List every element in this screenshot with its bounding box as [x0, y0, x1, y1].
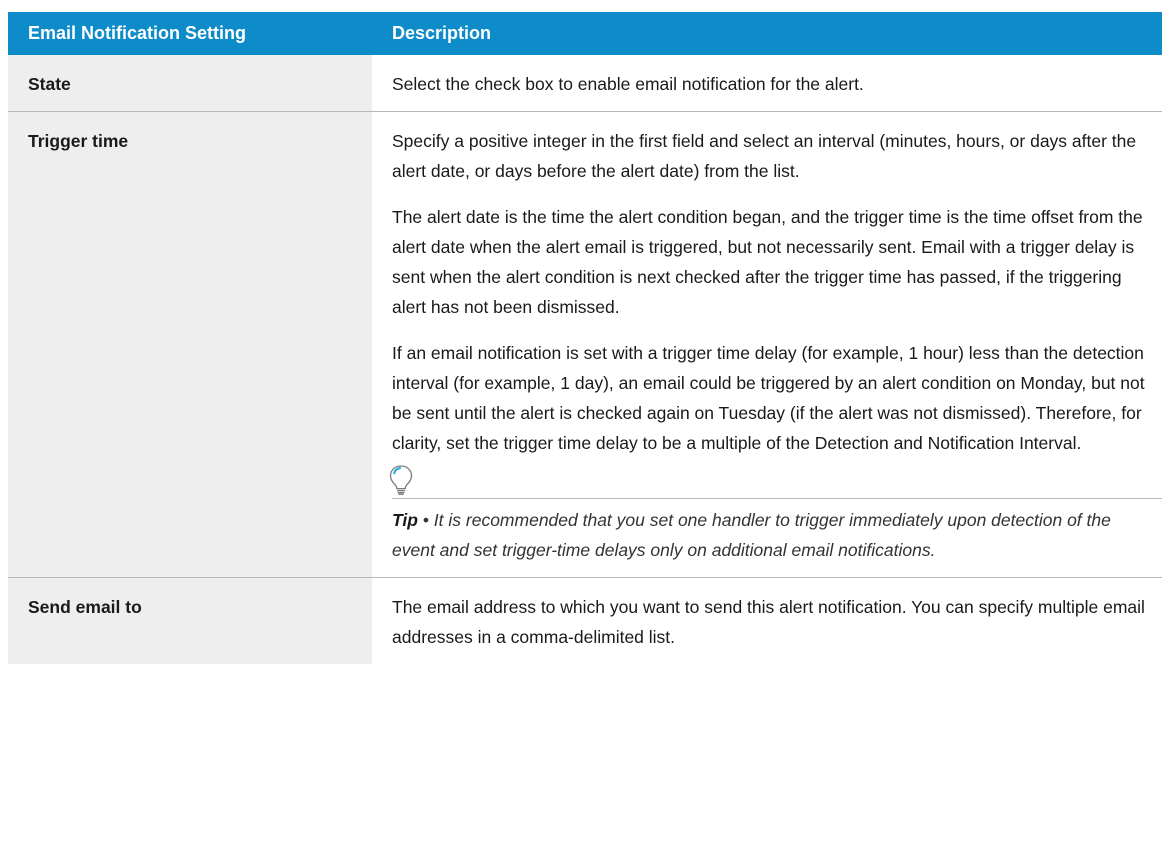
description-column-header: Description — [372, 12, 1162, 55]
setting-name: State — [8, 55, 372, 112]
tip-text: Tip • It is recommended that you set one… — [392, 505, 1148, 565]
tip-label: Tip — [392, 510, 418, 530]
tip-separator: • — [417, 510, 434, 530]
description-paragraph: If an email notification is set with a t… — [392, 343, 1145, 453]
description-paragraph: The email address to which you want to s… — [392, 597, 1145, 647]
tip-divider — [392, 498, 1162, 499]
email-notification-settings-table: Email Notification Setting Description S… — [8, 12, 1162, 664]
tip-note: Tip • It is recommended that you set one… — [389, 464, 1162, 565]
table-header-row: Email Notification Setting Description — [8, 12, 1162, 55]
lightbulb-icon — [389, 465, 413, 495]
setting-description: Specify a positive integer in the first … — [372, 111, 1162, 578]
description-paragraph: Specify a positive integer in the first … — [392, 131, 1137, 181]
tip-body: It is recommended that you set one handl… — [392, 510, 1111, 560]
setting-name: Trigger time — [8, 111, 372, 578]
setting-description: Select the check box to enable email not… — [372, 55, 1162, 112]
description-paragraph: Select the check box to enable email not… — [392, 74, 864, 94]
table-row-trigger-time: Trigger time Specify a positive integer … — [8, 111, 1162, 578]
table-row-state: State Select the check box to enable ema… — [8, 55, 1162, 112]
setting-description: The email address to which you want to s… — [372, 578, 1162, 665]
description-paragraph: The alert date is the time the alert con… — [392, 207, 1143, 317]
setting-name: Send email to — [8, 577, 372, 664]
table-row-send-email-to: Send email to The email address to which… — [8, 577, 1162, 665]
setting-column-header: Email Notification Setting — [8, 12, 372, 55]
